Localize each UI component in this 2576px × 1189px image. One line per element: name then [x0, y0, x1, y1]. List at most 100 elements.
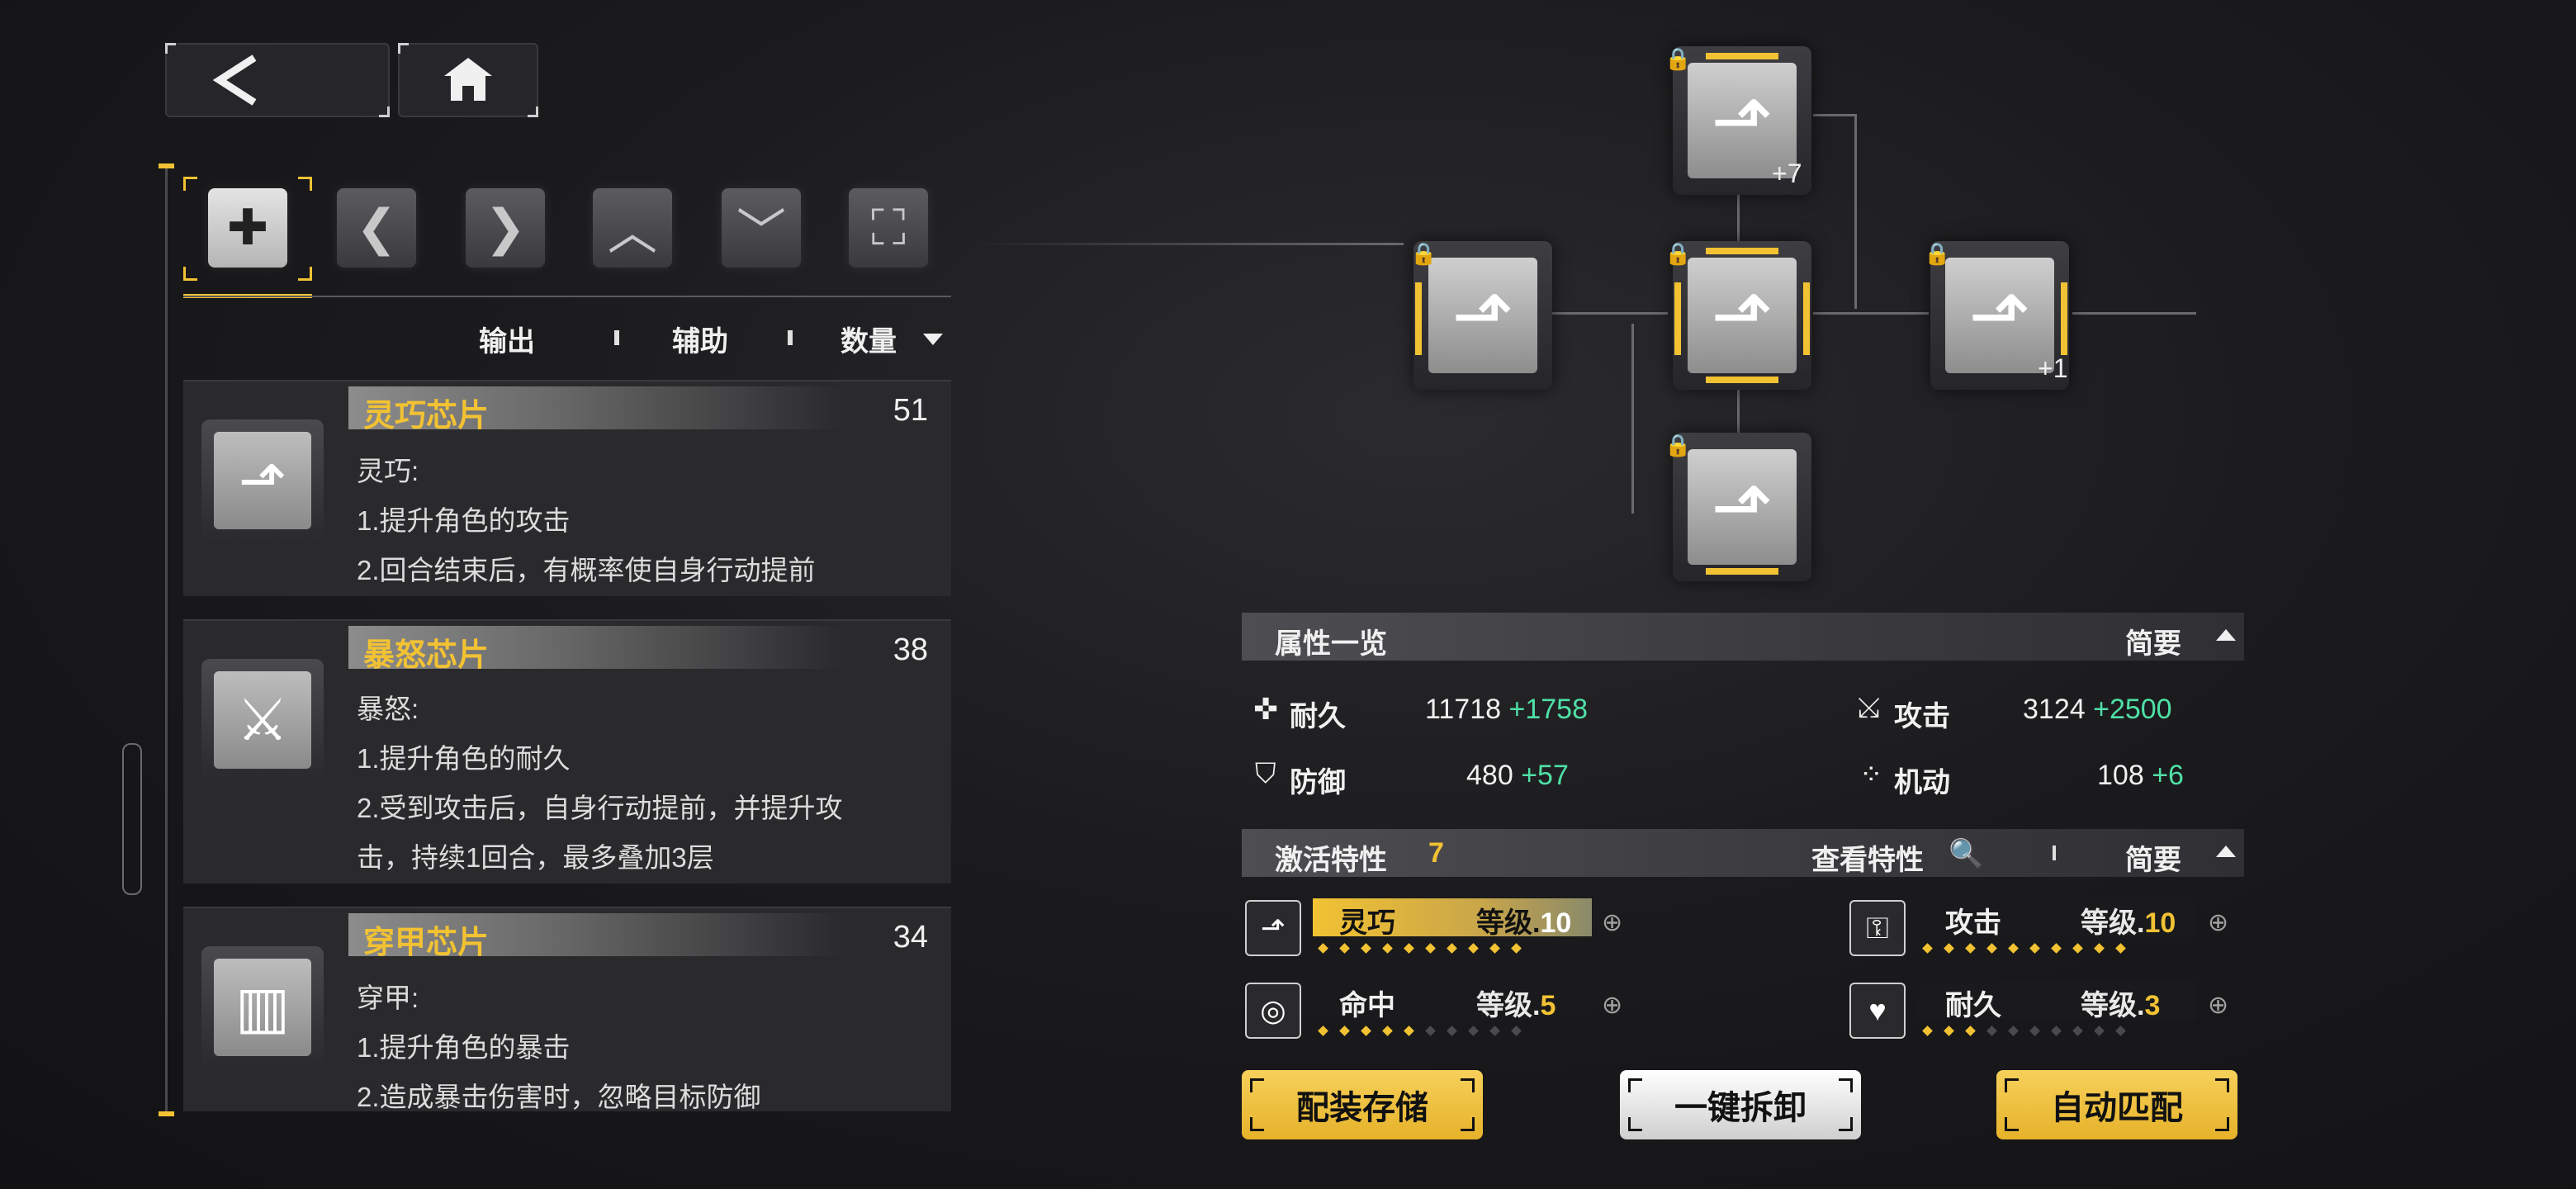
sort-separator	[614, 330, 619, 345]
trait-name: 攻击	[1945, 907, 2001, 939]
slot-highlight	[1803, 282, 1810, 355]
traits-header[interactable]: 激活特性 7 查看特性 🔍 简要	[1242, 829, 2244, 877]
slot-highlight	[1674, 282, 1681, 355]
wire	[974, 243, 1404, 245]
chip-title: 灵巧芯片	[363, 399, 490, 433]
collapse-icon[interactable]	[2216, 629, 2236, 641]
durability-trait-icon: ♥	[1849, 983, 1906, 1039]
lock-icon: 🔒	[1410, 241, 1437, 266]
wire	[1552, 312, 1668, 315]
down-chevron-icon: ﹀	[736, 204, 786, 260]
chip-count: 38	[893, 632, 928, 667]
slot-level: +7	[1772, 159, 1802, 188]
tab-all[interactable]: ✚	[208, 188, 287, 268]
slot-highlight	[1706, 568, 1778, 575]
mobility-icon: ⁘	[1859, 759, 1883, 790]
left-bracket-icon: ❮	[355, 200, 398, 255]
slot-center[interactable]: ⬏	[1673, 241, 1811, 390]
stat-value-durability: 11718 +1758	[1425, 694, 1588, 725]
chip-desc-line: 2.造成暴击伤害时，忽略目标防御	[357, 1082, 761, 1112]
rail-cap-bottom	[159, 1111, 174, 1116]
tab-right[interactable]: ❯	[466, 188, 545, 268]
lock-icon: 🔒	[1924, 241, 1951, 266]
attributes-mode[interactable]: 简要	[2125, 621, 2181, 661]
slot-level: +1	[2038, 353, 2068, 383]
slot-highlight	[1415, 282, 1422, 355]
slot-right[interactable]: ⬏ +1	[1930, 241, 2069, 390]
lock-icon: 🔒	[1664, 433, 1692, 457]
accuracy-trait-icon: ◎	[1245, 983, 1301, 1039]
dexterity-trait-icon: ⬏	[1245, 900, 1301, 956]
slot-bottom[interactable]: ⬏	[1673, 433, 1811, 581]
trait-progress	[1922, 943, 2126, 954]
list-rail	[165, 165, 168, 1115]
auto-match-button[interactable]: 自动匹配	[1996, 1070, 2237, 1139]
wire	[1737, 383, 1740, 434]
rail-cap-top	[159, 163, 174, 168]
chip-desc-line: 灵巧:	[357, 456, 419, 486]
divider	[183, 296, 951, 297]
sort-dropdown-icon[interactable]	[923, 334, 943, 345]
wire	[2072, 312, 2196, 315]
stat-value-defense: 480 +57	[1466, 760, 1569, 791]
zoom-icon[interactable]: ⊕	[2208, 908, 2228, 937]
home-icon	[444, 58, 492, 101]
sort-support[interactable]: 辅助	[672, 319, 728, 359]
chip-title: 穿甲芯片	[363, 926, 490, 960]
chip-card-rage[interactable]: ⚔ 暴怒芯片 38 暴怒: 1.提升角色的耐久 2.受到攻击后，自身行动提前，并…	[183, 619, 951, 883]
sort-separator	[788, 330, 793, 345]
stat-label-defense: 防御	[1290, 767, 1346, 798]
unequip-all-button[interactable]: 一键拆卸	[1620, 1070, 1861, 1139]
slot-highlight	[1706, 377, 1778, 383]
tab-up[interactable]: ︿	[593, 188, 672, 268]
slot-highlight	[1706, 53, 1778, 59]
tab-down[interactable]: ﹀	[722, 188, 801, 268]
right-bracket-icon: ❯	[484, 200, 527, 255]
dexterity-chip-icon: ⬏	[1688, 449, 1797, 565]
attributes-header[interactable]: 属性一览 简要	[1242, 613, 2244, 661]
slot-highlight	[1706, 248, 1778, 254]
rage-chip-icon: ⚔	[201, 659, 324, 781]
chip-card-dexterity[interactable]: ⬏ 灵巧芯片 51 灵巧: 1.提升角色的攻击 2.回合结束后，有概率使自身行动…	[183, 380, 951, 596]
chip-desc-line: 1.提升角色的耐久	[357, 743, 571, 774]
trait-progress	[1318, 1026, 1522, 1036]
zoom-icon[interactable]: ⊕	[1602, 991, 1622, 1020]
trait-name: 命中	[1339, 990, 1395, 1021]
save-loadout-button[interactable]: 配装存储	[1242, 1070, 1483, 1139]
chip-desc-line: 穿甲:	[357, 983, 419, 1013]
chip-desc-line: 1.提升角色的攻击	[357, 505, 571, 536]
chip-card-pierce[interactable]: ▥ 穿甲芯片 34 穿甲: 1.提升角色的暴击 2.造成暴击伤害时，忽略目标防御	[183, 907, 951, 1112]
back-button[interactable]	[165, 43, 390, 117]
auto-match-label: 自动匹配	[2051, 1090, 2183, 1126]
unequip-all-label: 一键拆卸	[1674, 1090, 1807, 1126]
chip-desc-line: 2.回合结束后，有概率使自身行动提前	[357, 555, 816, 585]
chevron-left-icon	[212, 54, 257, 106]
slot-top[interactable]: ⬏ +7	[1673, 46, 1811, 195]
stat-label-attack: 攻击	[1894, 701, 1950, 732]
sort-quantity[interactable]: 数量	[841, 319, 897, 359]
tab-frame[interactable]: ⛶	[849, 188, 928, 268]
save-loadout-label: 配装存储	[1296, 1090, 1428, 1126]
dexterity-chip-icon: ⬏	[1428, 258, 1537, 373]
scroll-indicator[interactable]	[122, 743, 142, 895]
tab-left[interactable]: ❮	[337, 188, 416, 268]
zoom-icon[interactable]: ⊕	[1602, 908, 1622, 937]
stat-label-durability: 耐久	[1290, 701, 1346, 732]
trait-level: 等级.5	[1476, 990, 1556, 1021]
traits-mode[interactable]: 简要	[2125, 837, 2181, 878]
durability-icon: ✜	[1253, 692, 1279, 726]
sort-output[interactable]: 输出	[479, 319, 535, 359]
collapse-icon[interactable]	[2216, 846, 2236, 857]
pierce-chip-icon: ▥	[201, 946, 324, 1068]
zoom-icon[interactable]: ⊕	[2208, 991, 2228, 1020]
wire	[1631, 324, 1634, 514]
traits-title: 激活特性	[1275, 845, 1387, 876]
chip-desc-line: 1.提升角色的暴击	[357, 1032, 571, 1063]
up-chevron-icon: ︿	[608, 204, 657, 260]
stat-value-mobility: 108 +6	[2097, 760, 2184, 791]
attack-icon: ⤩	[1858, 692, 1881, 723]
search-icon[interactable]: 🔍	[1949, 837, 1983, 870]
wire	[1813, 114, 1854, 116]
view-traits-button[interactable]: 查看特性	[1811, 837, 1924, 878]
home-button[interactable]	[398, 43, 538, 117]
